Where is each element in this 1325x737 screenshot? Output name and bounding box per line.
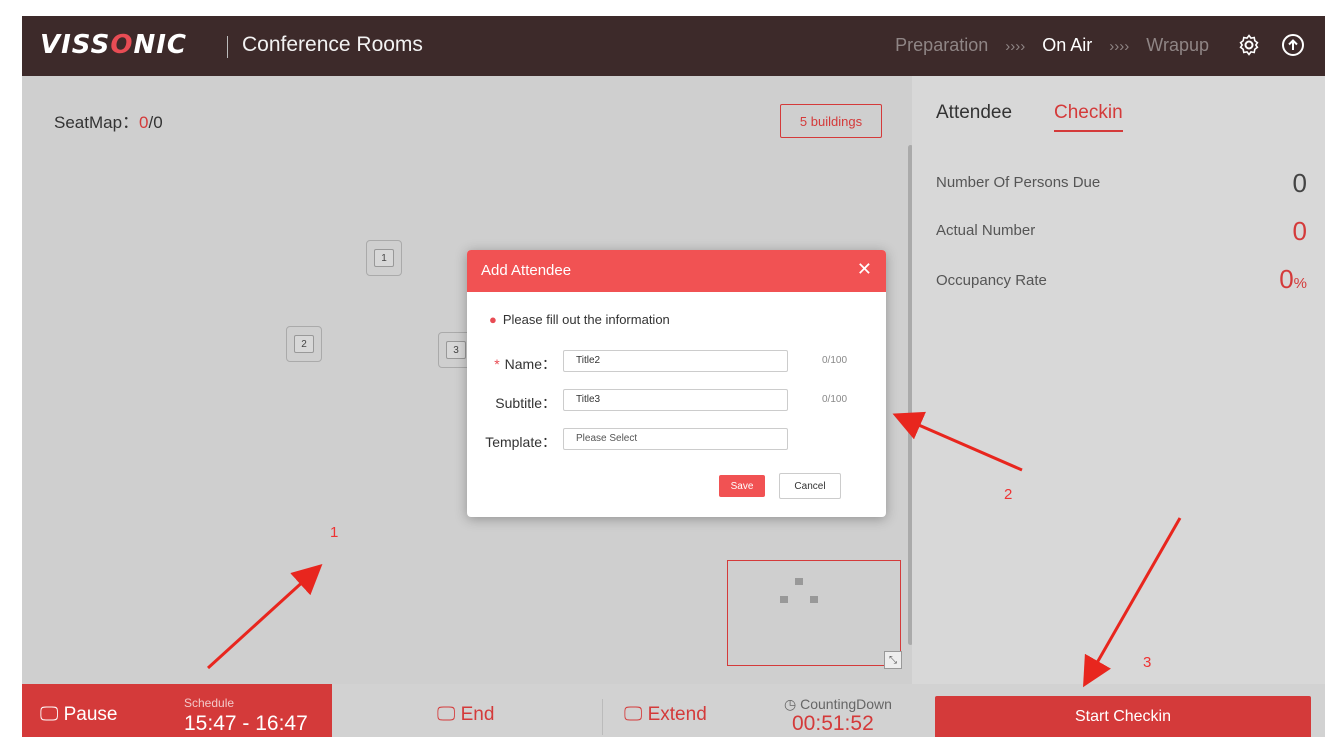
bullet-icon: ● <box>489 312 497 327</box>
countdown-value: 00:51:52 <box>792 712 874 735</box>
minimap-seat <box>780 596 788 603</box>
close-icon[interactable]: ✕ <box>857 259 872 280</box>
step-wrapup[interactable]: Wrapup <box>1146 35 1209 55</box>
gear-icon[interactable] <box>1237 33 1263 59</box>
name-row: * Name： Title2 0/100 <box>467 350 886 374</box>
app-title: Conference Rooms <box>242 33 423 56</box>
hint-text: Please fill out the information <box>502 312 670 327</box>
subtitle-input[interactable]: Title3 <box>563 389 788 411</box>
subtitle-counter: 0/100 <box>822 394 848 405</box>
minimap-seat <box>795 578 803 585</box>
step-preparation[interactable]: Preparation <box>895 35 988 55</box>
schedule-time: 15:47 - 16:47 <box>184 712 308 735</box>
annotation-2: 2 <box>1004 486 1013 503</box>
step-on-air[interactable]: On Air <box>1042 35 1092 55</box>
template-label: Template： <box>485 434 556 450</box>
extend-button[interactable]: 🖵 Extend <box>624 704 707 726</box>
schedule-label: Schedule <box>184 696 235 710</box>
pause-icon: 🖵 <box>40 704 64 725</box>
countdown-label: ◷ CountingDown <box>784 696 892 713</box>
top-bar: VISSONIC Conference Rooms Preparation ››… <box>22 16 1325 76</box>
required-mark: * <box>494 356 500 372</box>
logo-accent: O <box>110 30 134 60</box>
extend-label: Extend <box>647 704 707 725</box>
stat-value: 0 <box>1292 216 1307 246</box>
upload-circle-icon[interactable] <box>1281 33 1307 59</box>
occupancy-value: 0 <box>1279 264 1294 294</box>
dialog-title: Add Attendee <box>481 262 572 279</box>
subtitle-label: Subtitle： <box>495 395 556 411</box>
clock-icon: ◷ <box>784 696 801 712</box>
name-counter: 0/100 <box>822 355 848 366</box>
occupancy-unit: % <box>1293 275 1307 292</box>
step-separator: ›››› <box>1109 38 1130 55</box>
annotation-1: 1 <box>330 524 339 541</box>
app-window: VISSONIC Conference Rooms Preparation ››… <box>0 0 1325 737</box>
name-label-text: Name： <box>504 356 556 372</box>
minimap[interactable]: ⤡ <box>727 560 902 669</box>
countdown-text: CountingDown <box>800 696 892 712</box>
title-divider <box>227 36 228 58</box>
minimap-seat <box>810 596 818 603</box>
name-label: * Name： <box>494 354 556 374</box>
seat-1[interactable]: 1 <box>366 240 402 276</box>
tab-checkin[interactable]: Checkin <box>1054 102 1123 132</box>
seatmap-count-total: /0 <box>148 113 163 132</box>
stat-label: Occupancy Rate <box>936 272 1047 289</box>
pause-text: Pause <box>63 704 118 725</box>
seatmap-title: SeatMap： <box>54 113 140 132</box>
end-icon: 🖵 <box>437 704 461 725</box>
step-breadcrumb: Preparation ›››› On Air ›››› Wrapup <box>889 35 1215 56</box>
stat-label: Actual Number <box>936 222 1036 239</box>
end-label: End <box>460 704 495 725</box>
step-separator: ›››› <box>1005 38 1026 55</box>
vissonic-logo: VISSONIC <box>40 30 187 60</box>
pause-label: 🖵 Pause <box>40 704 117 726</box>
seat-number: 2 <box>294 335 314 353</box>
seat-number: 1 <box>374 249 394 267</box>
seat-2[interactable]: 2 <box>286 326 322 362</box>
template-row: Template： Please Select <box>467 428 886 452</box>
stat-label: Number Of Persons Due <box>936 174 1101 191</box>
bottom-divider <box>602 699 603 735</box>
cancel-button[interactable]: Cancel <box>779 473 841 499</box>
subtitle-row: Subtitle： Title3 0/100 <box>467 389 886 413</box>
buildings-button[interactable]: 5 buildings <box>780 104 882 138</box>
checkin-panel: Attendee Checkin Number Of Persons Due 0… <box>912 76 1325 684</box>
pause-button[interactable]: 🖵 Pause Schedule 15:47 - 16:47 <box>22 684 332 737</box>
start-checkin-button[interactable]: Start Checkin <box>935 696 1311 737</box>
tab-attendee[interactable]: Attendee <box>936 102 1012 124</box>
end-button[interactable]: 🖵 End <box>437 704 494 726</box>
collapse-minimap-icon[interactable]: ⤡ <box>884 651 902 669</box>
name-input[interactable]: Title2 <box>563 350 788 372</box>
dialog-header: Add Attendee ✕ <box>467 250 886 292</box>
extend-icon: 🖵 <box>624 704 648 725</box>
seat-number: 3 <box>446 341 466 359</box>
annotation-3: 3 <box>1143 654 1152 671</box>
bottom-bar: 🖵 Pause Schedule 15:47 - 16:47 🖵 End 🖵 E… <box>22 684 1325 737</box>
form-hint: ● Please fill out the information <box>489 312 670 327</box>
stat-value: 0% <box>1279 264 1307 295</box>
template-select[interactable]: Please Select <box>563 428 788 450</box>
seatmap-count-current: 0 <box>139 113 149 132</box>
add-attendee-dialog: Add Attendee ✕ ● Please fill out the info… <box>467 250 886 517</box>
seatmap-label: SeatMap：0/0 <box>54 108 163 133</box>
stat-value: 0 <box>1292 168 1307 198</box>
save-button[interactable]: Save <box>719 475 765 497</box>
